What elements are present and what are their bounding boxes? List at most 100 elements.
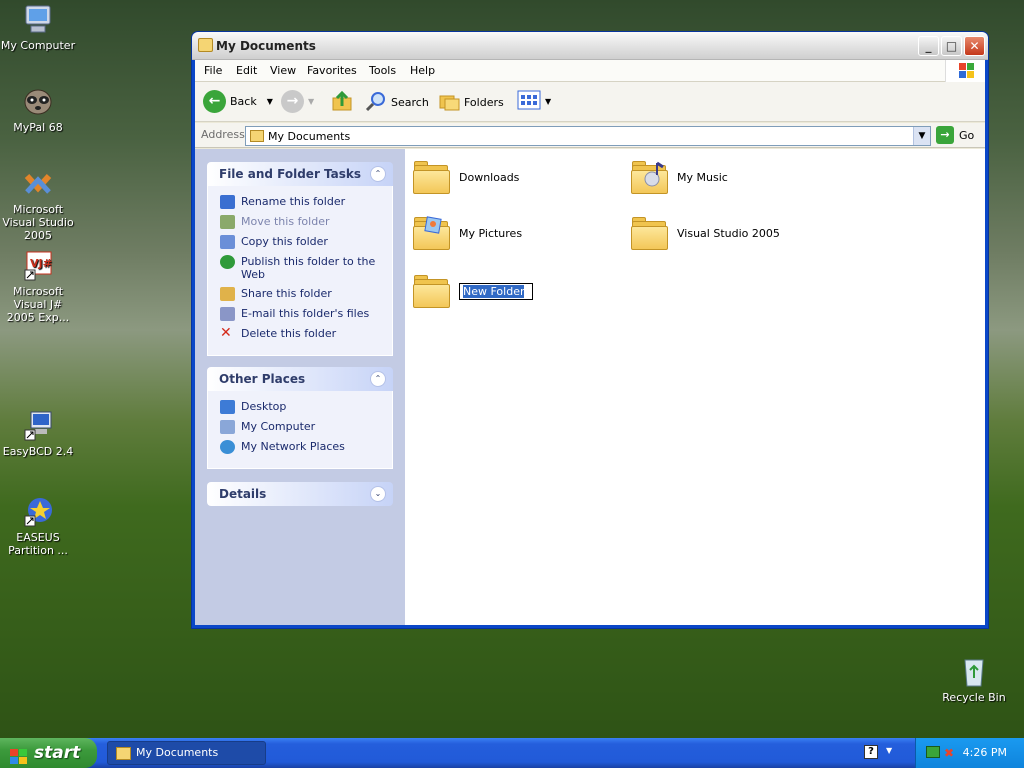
folder-item-downloads[interactable]: Downloads [413, 159, 519, 195]
chevron-down-icon: ▼ [308, 97, 315, 106]
desktop-icon-label: My Computer [0, 39, 76, 52]
folders-button[interactable]: Folders [438, 90, 504, 115]
other-places-panel: Other Places ⌃ Desktop My Computer My Ne… [207, 367, 393, 469]
panel-body: Rename this folder Move this folder Copy… [207, 186, 393, 356]
task-label: Copy this folder [241, 235, 328, 248]
back-arrow-icon: ← [203, 90, 226, 113]
expand-icon[interactable]: ⌄ [370, 486, 386, 502]
address-input[interactable]: My Documents ▼ [245, 126, 931, 146]
folder-icon [116, 747, 131, 760]
file-folder-tasks-panel: File and Folder Tasks ⌃ Rename this fold… [207, 162, 393, 356]
task-label: Share this folder [241, 287, 332, 300]
desktop-icon-mypal[interactable]: MyPal 68 [0, 86, 78, 134]
move-icon [220, 215, 235, 229]
network-tray-icon[interactable] [926, 746, 940, 758]
collapse-icon[interactable]: ⌃ [370, 371, 386, 387]
address-label: Address [201, 128, 245, 141]
clock[interactable]: 4:26 PM [963, 746, 1007, 759]
minimize-button[interactable]: _ [918, 36, 939, 56]
rename-value: New Folder [463, 284, 525, 298]
taskbar-item-label: My Documents [136, 746, 219, 759]
desktop-icon-label: Microsoft Visual J# 2005 Exp... [6, 285, 70, 324]
desktop-icon-my-computer[interactable]: My Computer [0, 4, 78, 52]
start-label: start [34, 743, 81, 763]
folder-item-visual-studio-2005[interactable]: Visual Studio 2005 [631, 215, 780, 251]
easybcd-icon [21, 410, 55, 442]
folder-item-new-folder[interactable]: New Folder [413, 273, 533, 309]
start-button[interactable]: start [0, 738, 97, 768]
desktop-icon-label: MyPal 68 [13, 121, 63, 134]
desktop-icon-easeus[interactable]: EASEUS Partition ... [0, 496, 78, 557]
delete-icon: ✕ [220, 325, 232, 341]
place-desktop[interactable]: Desktop [220, 400, 382, 414]
menu-edit[interactable]: Edit [236, 64, 257, 77]
details-panel: Details ⌄ [207, 482, 393, 506]
place-network[interactable]: My Network Places [220, 440, 382, 454]
views-button[interactable]: ▼ [517, 90, 551, 113]
desktop-icon-label: Microsoft Visual Studio 2005 [2, 203, 74, 242]
task-email-files[interactable]: E-mail this folder's files [220, 307, 382, 321]
menu-file[interactable]: File [204, 64, 222, 77]
title-bar[interactable]: My Documents _ □ ✕ [192, 32, 988, 60]
panel-header[interactable]: Details ⌄ [207, 482, 393, 506]
place-my-computer[interactable]: My Computer [220, 420, 382, 434]
go-button[interactable]: → Go [936, 126, 974, 144]
network-icon [220, 440, 235, 454]
up-folder-icon [331, 90, 353, 115]
task-label: Rename this folder [241, 195, 346, 208]
rename-icon [220, 195, 235, 209]
help-icon[interactable]: ? [864, 745, 878, 759]
taskbar: start My Documents ? ▼ ✖ 4:26 PM [0, 738, 1024, 768]
up-folder-button[interactable] [331, 90, 353, 115]
search-button[interactable]: Search [365, 90, 429, 115]
windows-logo-icon [945, 60, 985, 82]
collapse-icon[interactable]: ⌃ [370, 166, 386, 182]
desktop-icon-recycle-bin[interactable]: Recycle Bin [934, 656, 1014, 704]
easeus-icon [21, 496, 55, 528]
task-move-folder[interactable]: Move this folder [220, 215, 382, 229]
menu-help[interactable]: Help [410, 64, 435, 77]
folder-item-my-pictures[interactable]: My Pictures [413, 215, 522, 251]
folder-icon [413, 159, 451, 195]
chevron-down-icon: ▼ [545, 97, 552, 106]
vj-icon: VJ# [21, 250, 55, 282]
menu-tools[interactable]: Tools [369, 64, 396, 77]
rename-input[interactable]: New Folder [459, 282, 533, 300]
task-delete-folder[interactable]: ✕ Delete this folder [220, 325, 382, 341]
back-label: Back [230, 95, 257, 108]
desktop-icon-vj[interactable]: VJ# Microsoft Visual J# 2005 Exp... [0, 250, 78, 324]
panel-header[interactable]: File and Folder Tasks ⌃ [207, 162, 393, 186]
task-label: E-mail this folder's files [241, 307, 370, 320]
address-bar: Address My Documents ▼ → Go [195, 123, 985, 148]
close-button[interactable]: ✕ [964, 36, 985, 56]
computer-icon [220, 420, 235, 434]
go-arrow-icon: → [936, 126, 954, 144]
desktop-icon-visual-studio[interactable]: Microsoft Visual Studio 2005 [0, 168, 78, 242]
panel-header[interactable]: Other Places ⌃ [207, 367, 393, 391]
desktop-icon-easybcd[interactable]: EasyBCD 2.4 [0, 410, 78, 458]
menu-view[interactable]: View [270, 64, 296, 77]
visual-studio-icon [21, 168, 55, 200]
task-label: Publish this folder to the Web [241, 255, 376, 281]
back-button[interactable]: ← Back ▼ [203, 90, 273, 113]
window-title: My Documents [216, 39, 316, 53]
place-label: My Computer [241, 420, 316, 433]
task-share-folder[interactable]: Share this folder [220, 287, 382, 301]
menu-favorites[interactable]: Favorites [307, 64, 357, 77]
address-dropdown-button[interactable]: ▼ [913, 127, 930, 145]
task-copy-folder[interactable]: Copy this folder [220, 235, 382, 249]
windows-logo-icon [10, 745, 27, 764]
folder-item-my-music[interactable]: My Music [631, 159, 728, 195]
forward-button[interactable]: → ▼ [281, 90, 314, 113]
security-tray-icon[interactable]: ✖ [944, 746, 954, 760]
desktop-icon-label: EASEUS Partition ... [8, 531, 68, 557]
maximize-button[interactable]: □ [941, 36, 962, 56]
taskbar-item-my-documents[interactable]: My Documents [107, 741, 266, 765]
email-icon [220, 307, 235, 321]
copy-icon [220, 235, 235, 249]
chevron-down-icon[interactable]: ▼ [886, 746, 892, 755]
task-rename-folder[interactable]: Rename this folder [220, 195, 382, 209]
panel-title: Other Places [219, 372, 306, 386]
folder-icon [250, 130, 264, 142]
task-publish-folder[interactable]: Publish this folder to the Web [220, 255, 382, 281]
